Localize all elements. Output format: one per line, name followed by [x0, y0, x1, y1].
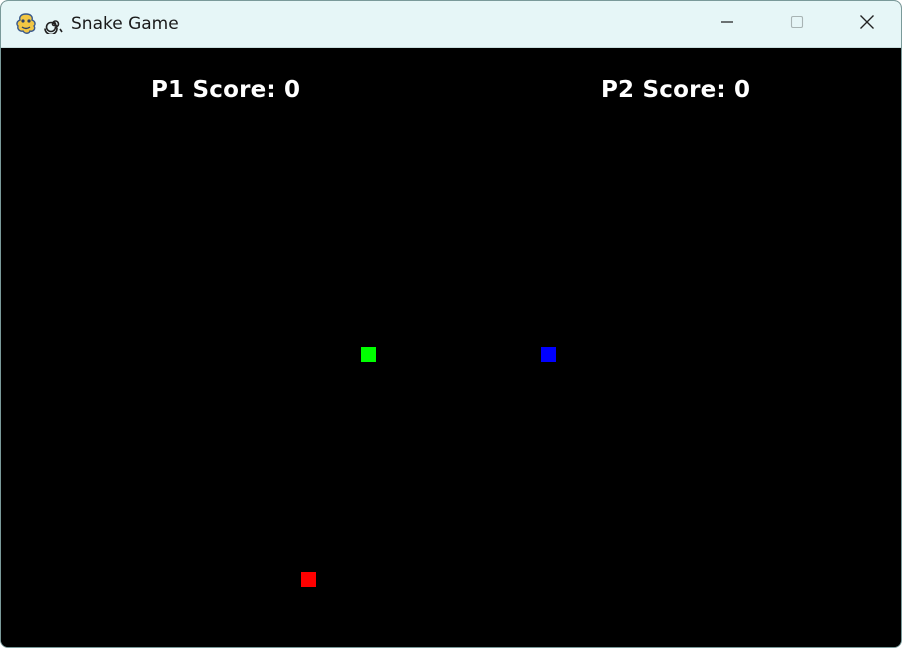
spiral-icon [44, 14, 64, 36]
player1-score: P1 Score: 0 [151, 77, 301, 103]
minimize-icon [719, 14, 735, 35]
game-canvas[interactable]: P1 Score: 0 P2 Score: 0 [1, 48, 901, 647]
close-icon [859, 14, 875, 35]
maximize-button[interactable] [763, 1, 831, 47]
game-window: Snake Game P1 Score: 0 P2 Score: 0 [0, 0, 902, 648]
player2-score: P2 Score: 0 [601, 77, 751, 103]
maximize-icon [789, 14, 805, 35]
close-button[interactable] [833, 1, 901, 47]
title-bar[interactable]: Snake Game [1, 1, 901, 48]
pygame-snake-icon [14, 12, 38, 36]
food-pellet [301, 572, 316, 587]
window-title: Snake Game [71, 14, 179, 34]
minimize-button[interactable] [693, 1, 761, 47]
player2-snake-head [541, 347, 556, 362]
player1-snake-head [361, 347, 376, 362]
